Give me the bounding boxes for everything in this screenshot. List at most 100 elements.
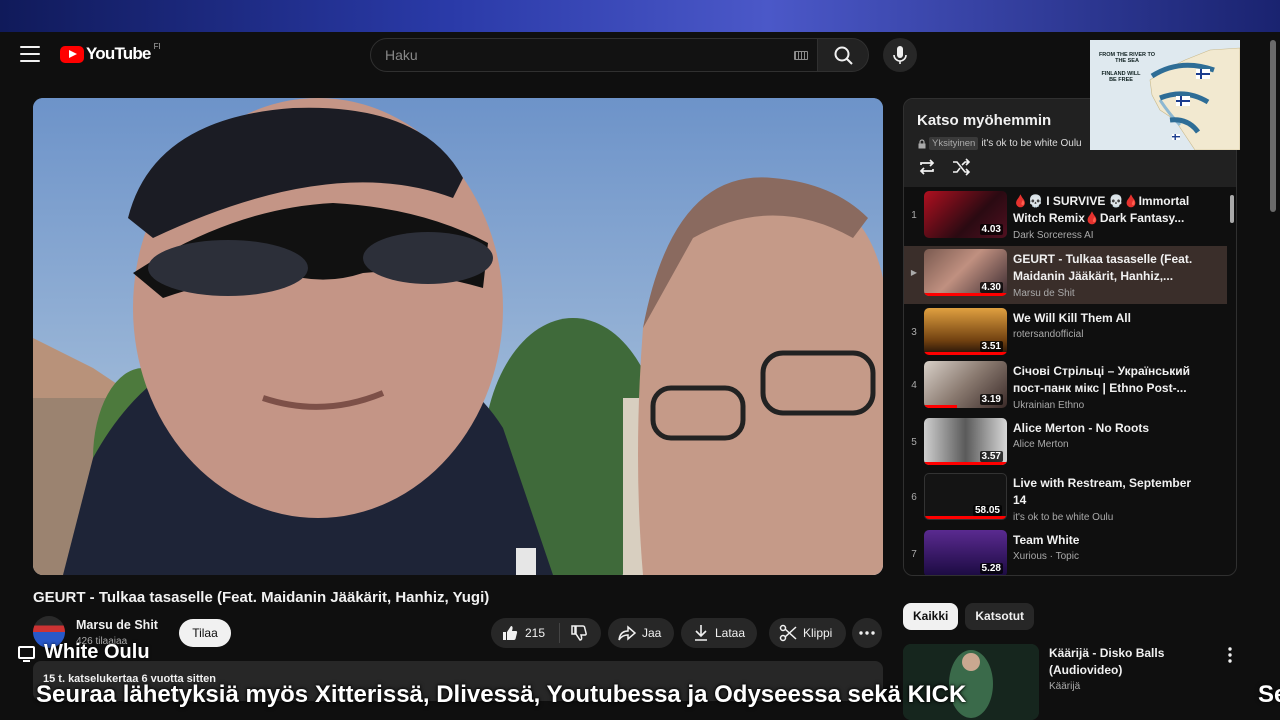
playlist-privacy: Yksityinen (929, 137, 979, 150)
map-caption-2: FINLAND WILL BE FREE (1101, 71, 1141, 83)
map-caption-1: FROM THE RIVER TO THE SEA (1098, 52, 1156, 64)
subscribe-button[interactable]: Tilaa (179, 619, 231, 647)
playlist-thumbnail: 4.30 (924, 249, 1007, 296)
playlist-item[interactable]: 4 3.19 Січові Стрільці – Український пос… (904, 358, 1227, 416)
overlay-map-image: FROM THE RIVER TO THE SEA FINLAND WILL B… (1090, 40, 1240, 150)
stream-ticker: Seuraa lähetyksiä myös Xitterissä, Dlive… (0, 676, 1280, 714)
country-code: FI (153, 41, 161, 51)
playlist-thumbnail: 3.51 (924, 308, 1007, 355)
thumbs-down-icon[interactable] (570, 624, 588, 642)
playlist-item[interactable]: 7 5.28 Team White Xurious · Topic (904, 527, 1227, 575)
playlist-title[interactable]: Katso myöhemmin (917, 112, 1051, 129)
playlist-items: 1 4.03 🩸💀 I SURVIVE 💀🩸Immortal Witch Rem… (904, 187, 1236, 575)
scissors-icon (779, 624, 797, 642)
lock-icon (918, 138, 926, 148)
watch-progress (924, 293, 1007, 296)
chip-all[interactable]: Kaikki (903, 603, 959, 630)
ticker-text: Seuraa lähetyksiä myös Xitterissä, Dlive… (36, 681, 967, 708)
playlist-scrollbar[interactable] (1230, 195, 1234, 223)
like-dislike-group: 215 (491, 618, 601, 648)
video-frame (33, 98, 883, 575)
recommendation-menu-button[interactable] (1222, 646, 1238, 664)
playlist-item-channel: rotersandofficial (1013, 329, 1084, 340)
youtube-logo[interactable]: YouTube FI (60, 41, 161, 64)
duration-badge: 3.51 (979, 341, 1003, 352)
playlist-thumbnail: 5.28 (924, 530, 1007, 575)
stream-frame-top-gradient (0, 0, 1280, 32)
microphone-icon (893, 46, 907, 64)
playlist-item-title: Alice Merton - No Roots (1013, 421, 1150, 435)
duration-badge: 4.30 (979, 282, 1003, 293)
watch-progress (924, 405, 958, 408)
duration-badge: 4.03 (979, 224, 1003, 235)
share-icon (618, 625, 636, 641)
masthead: YouTube FI (0, 32, 1280, 78)
more-actions-button[interactable] (852, 618, 882, 648)
like-divider (559, 623, 561, 643)
shuffle-icon[interactable] (951, 157, 971, 177)
playlist-meta: Yksityinen it's ok to be white Oulu (917, 137, 1082, 150)
youtube-play-icon (60, 45, 84, 63)
logo-text: YouTube (86, 44, 151, 63)
loop-icon[interactable] (917, 157, 937, 177)
playlist-item-title: Team White (1013, 533, 1080, 547)
playlist-item-title: GEURT - Tulkaa tasaselle (Feat. Maidanin… (1013, 252, 1193, 283)
duration-badge: 58.05 (972, 505, 1002, 516)
thumbs-up-icon[interactable] (501, 624, 519, 642)
share-label: Jaa (642, 626, 662, 640)
share-button[interactable]: Jaa (608, 618, 674, 648)
playlist-item-index: 1 (911, 210, 917, 221)
download-icon (695, 625, 707, 641)
like-count[interactable]: 215 (525, 626, 545, 640)
playlist-item-index: 6 (911, 492, 917, 503)
search-icon (834, 46, 853, 65)
playlist-item-channel: Dark Sorceress AI (1013, 230, 1094, 241)
channel-name[interactable]: Marsu de Shit (76, 618, 158, 632)
playlist-item-title: 🩸💀 I SURVIVE 💀🩸Immortal Witch Remix🩸Dark… (1013, 194, 1190, 225)
playlist-thumbnail: 3.19 (924, 361, 1007, 408)
playlist-item-channel: it's ok to be white Oulu (1013, 512, 1114, 523)
chip-watched[interactable]: Katsotut (965, 603, 1035, 630)
playlist-item-title: We Will Kill Them All (1013, 311, 1131, 325)
playlist-item[interactable]: 6 58.05 Live with Restream, September 14… (904, 470, 1227, 528)
tv-icon (18, 646, 35, 662)
playlist-item-index: 3 (911, 327, 917, 338)
video-title: GEURT - Tulkaa tasaselle (Feat. Maidanin… (33, 589, 490, 606)
playlist-item-title: Live with Restream, September 14 (1013, 476, 1192, 507)
playlist-thumbnail: 4.03 (924, 191, 1007, 238)
watch-progress (925, 516, 1006, 519)
more-vertical-icon (1228, 647, 1232, 663)
playlist-item-channel: Ukrainian Ethno (1013, 400, 1085, 411)
search-button[interactable] (817, 38, 869, 72)
playlist-item-channel: Marsu de Shit (1013, 288, 1075, 299)
download-label: Lataa (715, 626, 746, 640)
playlist-item-index: 4 (911, 380, 917, 391)
video-player[interactable] (33, 98, 883, 575)
playlist-thumbnail: 58.05 (924, 473, 1007, 520)
playlist-item[interactable]: 5 3.57 Alice Merton - No Roots Alice Mer… (904, 415, 1227, 473)
duration-badge: 5.28 (979, 563, 1003, 574)
playlist-panel: Katso myöhemmin Yksityinen it's ok to be… (903, 98, 1237, 576)
page-scrollbar[interactable] (1270, 40, 1276, 212)
watch-progress (924, 352, 1007, 355)
recommendation-title[interactable]: Käärijä - Disko Balls (Audiovideo) (1049, 645, 1209, 679)
playlist-item[interactable]: 3 3.51 We Will Kill Them All rotersandof… (904, 305, 1227, 363)
more-horizontal-icon (859, 631, 875, 635)
search-input[interactable] (385, 47, 775, 63)
playlist-thumbnail: 3.57 (924, 418, 1007, 465)
playlist-item-channel: Alice Merton (1013, 439, 1069, 450)
clip-button[interactable]: Klippi (769, 618, 846, 648)
keyboard-icon[interactable] (794, 51, 808, 60)
playlist-item-channel: Xurious · Topic (1013, 551, 1079, 562)
playlist-owner[interactable]: it's ok to be white Oulu (981, 138, 1081, 149)
playlist-controls (917, 157, 971, 177)
playlist-item-index: 5 (911, 437, 917, 448)
menu-icon[interactable] (18, 44, 42, 64)
playlist-item-title: Січові Стрільці – Український пост-панк … (1013, 364, 1191, 395)
playlist-item-current[interactable]: ▶ 4.30 GEURT - Tulkaa tasaselle (Feat. M… (904, 246, 1227, 304)
search-box (370, 38, 818, 72)
playlist-item[interactable]: 1 4.03 🩸💀 I SURVIVE 💀🩸Immortal Witch Rem… (904, 188, 1227, 246)
voice-search-button[interactable] (883, 38, 917, 72)
download-button[interactable]: Lataa (681, 618, 757, 648)
playlist-item-index: 7 (911, 549, 917, 560)
